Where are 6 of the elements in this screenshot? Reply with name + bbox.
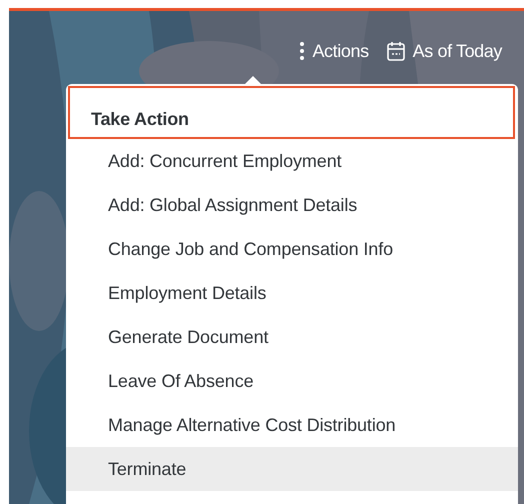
- actions-button[interactable]: Actions: [300, 40, 369, 62]
- menu-item[interactable]: Terminate: [66, 447, 518, 491]
- calendar-icon: [386, 41, 405, 61]
- more-icon: [300, 42, 304, 60]
- date-button[interactable]: As of Today: [386, 40, 502, 62]
- menu-title: Take Action: [68, 86, 515, 139]
